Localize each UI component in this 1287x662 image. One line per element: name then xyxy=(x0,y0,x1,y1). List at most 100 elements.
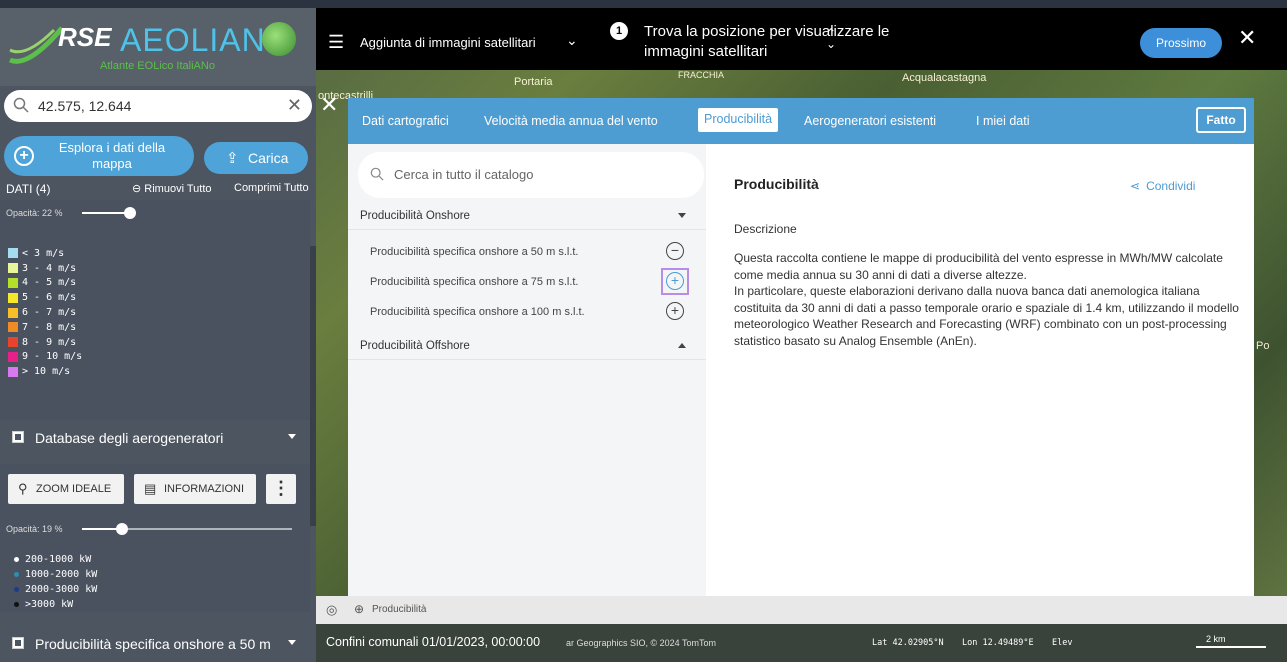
more-options-icon[interactable]: ⋮ xyxy=(266,474,296,504)
chevron-down-icon[interactable]: ⌄ xyxy=(566,32,578,49)
legend-entry: 5 - 6 m/s xyxy=(8,290,82,305)
add-circle-icon[interactable]: + xyxy=(666,272,684,290)
chevron-down-icon[interactable] xyxy=(288,640,296,645)
sidebar-scrollbar[interactable] xyxy=(310,246,316,526)
description-text: Questa raccolta contiene le mappe di pro… xyxy=(734,250,1244,349)
logo: RSE AEOLIAN Atlante EOLico ItaliANo xyxy=(0,8,316,86)
legend-label: 8 - 9 m/s xyxy=(22,336,77,348)
legend-label: 2000-3000 kW xyxy=(25,584,98,595)
turbine-layer-header[interactable]: Database degli aerogeneratori xyxy=(0,420,310,456)
catalog-tabs: Dati cartografici Velocità media annua d… xyxy=(348,98,1254,144)
map-label: Portaria xyxy=(514,76,553,88)
add-circle-icon[interactable]: + xyxy=(666,302,684,320)
globe-icon: ⊕ xyxy=(354,602,365,616)
catalog-search-field[interactable]: Cerca in tutto il catalogo xyxy=(358,152,704,198)
legend-label: 200-1000 kW xyxy=(25,554,92,565)
group-title: Producibilità Onshore xyxy=(360,210,470,222)
upload-button[interactable]: ⇪ Carica xyxy=(204,142,308,174)
location-search-field[interactable]: 42.575, 12.644 ✕ xyxy=(4,90,312,122)
tab-producibility[interactable]: Producibilità xyxy=(698,108,779,132)
search-icon xyxy=(13,97,29,113)
list-menu-icon[interactable]: ☰ xyxy=(328,32,344,53)
catalog-item[interactable]: Producibilità specifica onshore a 100 m … xyxy=(348,298,706,326)
legend-entry: 6 - 7 m/s xyxy=(8,305,82,320)
signal-icon[interactable]: ◎ xyxy=(326,602,337,618)
catalog-group-offshore[interactable]: Producibilità Offshore xyxy=(348,330,706,360)
group-title: Producibilità Offshore xyxy=(360,340,470,352)
legend-swatch xyxy=(8,263,18,274)
legend-swatch xyxy=(8,277,18,288)
step-number-badge: 1 xyxy=(610,22,628,40)
legend-swatch xyxy=(8,337,18,348)
legend-dot xyxy=(14,602,19,607)
chevron-down-icon[interactable] xyxy=(288,434,296,439)
boundaries-date: Confini comunali 01/01/2023, 00:00:00 xyxy=(326,635,541,649)
turbine-layer-title: Database degli aerogeneratori xyxy=(35,430,224,446)
catalog-group-onshore[interactable]: Producibilità Onshore xyxy=(348,200,706,230)
catalog-dialog: Dati cartografici Velocità media annua d… xyxy=(348,98,1254,598)
legend-entry: 4 - 5 m/s xyxy=(8,276,82,291)
catalog-item[interactable]: Producibilità specifica onshore a 75 m s… xyxy=(348,268,706,296)
explore-data-label: Esplora i dati della mappa xyxy=(58,140,166,171)
done-button[interactable]: Fatto xyxy=(1196,107,1246,133)
status-bar: Confini comunali 01/01/2023, 00:00:00 ar… xyxy=(316,624,1287,662)
ideal-zoom-button[interactable]: ⚲ ZOOM IDEALE xyxy=(8,474,124,504)
legend-label: 6 - 7 m/s xyxy=(22,307,77,319)
step-navigate-icon[interactable]: ⌃ ⌄ xyxy=(826,27,836,50)
map-label: Po xyxy=(1256,340,1270,352)
legend-entry: > 10 m/s xyxy=(8,364,82,379)
info-button[interactable]: ▤ INFORMAZIONI xyxy=(134,474,256,504)
collapse-all-button[interactable]: Comprimi Tutto xyxy=(234,182,309,194)
layer-visibility-checkbox[interactable] xyxy=(12,431,24,443)
data-header: DATI (4) ⊖ Rimuovi Tutto Comprimi Tutto xyxy=(0,180,316,198)
bottom-layer-header[interactable]: Producibilità specifica onshore a 50 m xyxy=(0,626,310,662)
longitude-readout: Lon 12.49489°E xyxy=(962,638,1034,648)
tab-wind-speed[interactable]: Velocità media annua del vento xyxy=(484,114,658,128)
opacity-slider-rest[interactable] xyxy=(122,528,292,530)
tab-cartographic-data[interactable]: Dati cartografici xyxy=(362,114,449,128)
catalog-list: Cerca in tutto il catalogo Producibilità… xyxy=(348,144,706,598)
legend-swatch xyxy=(8,307,18,318)
remove-circle-icon[interactable]: − xyxy=(666,242,684,260)
opacity-slider-handle[interactable] xyxy=(124,207,136,219)
tab-existing-turbines[interactable]: Aerogeneratori esistenti xyxy=(804,114,936,128)
next-button[interactable]: Prossimo xyxy=(1140,28,1222,58)
data-count: DATI (4) xyxy=(6,182,51,196)
remove-all-button[interactable]: ⊖ Rimuovi Tutto xyxy=(132,182,212,195)
close-panel-icon[interactable]: ✕ xyxy=(320,92,338,118)
search-icon: ⚲ xyxy=(18,481,28,496)
opacity-slider-handle[interactable] xyxy=(116,523,128,535)
legend-entry: 3 - 4 m/s xyxy=(8,261,82,276)
close-tutorial-button[interactable]: ✕ xyxy=(1238,25,1256,51)
workflow-title[interactable]: Aggiunta di immagini satellitari xyxy=(360,35,536,50)
legend-entry: 2000-3000 kW xyxy=(14,582,97,597)
layer-visibility-checkbox[interactable] xyxy=(12,637,24,649)
logo-tagline: Atlante EOLico ItaliANo xyxy=(100,60,215,72)
legend-label: >3000 kW xyxy=(25,599,74,610)
opacity-slider-track[interactable] xyxy=(82,212,126,214)
wind-layer-panel: Opacità: 22 % < 3 m/s 3 - 4 m/s 4 - 5 m/s 5… xyxy=(0,200,310,420)
plus-circle-icon: + xyxy=(14,146,34,166)
tab-my-data[interactable]: I miei dati xyxy=(976,114,1030,128)
opacity-label: Opacità: 19 % xyxy=(6,524,63,534)
elevation-readout: Elev xyxy=(1052,638,1073,648)
clear-search-icon[interactable]: ✕ xyxy=(287,95,302,116)
caret-down-icon xyxy=(678,213,686,218)
opacity-label: Opacità: 22 % xyxy=(6,208,63,218)
search-icon xyxy=(370,167,384,181)
legend-label: 4 - 5 m/s xyxy=(22,277,77,289)
map-label: Acqualacastagna xyxy=(902,72,987,84)
legend-swatch xyxy=(8,322,18,333)
legend-label: 9 - 10 m/s xyxy=(22,351,83,363)
legend-swatch xyxy=(8,351,18,362)
turbine-power-legend: 200-1000 kW 1000-2000 kW 2000-3000 kW >3000… xyxy=(14,552,97,612)
explore-data-button[interactable]: + Esplora i dati della mappa xyxy=(4,136,194,176)
catalog-item[interactable]: Producibilità specifica onshore a 50 m s… xyxy=(348,238,706,266)
legend-swatch xyxy=(8,248,18,259)
upload-icon: ⇪ xyxy=(226,150,239,167)
info-icon: ▤ xyxy=(144,481,157,496)
catalog-item-label: Producibilità specifica onshore a 50 m s… xyxy=(370,246,579,258)
legend-swatch xyxy=(8,292,18,303)
share-button[interactable]: ⋖ Condividi xyxy=(1130,179,1195,193)
logo-swoosh-icon xyxy=(8,26,64,64)
